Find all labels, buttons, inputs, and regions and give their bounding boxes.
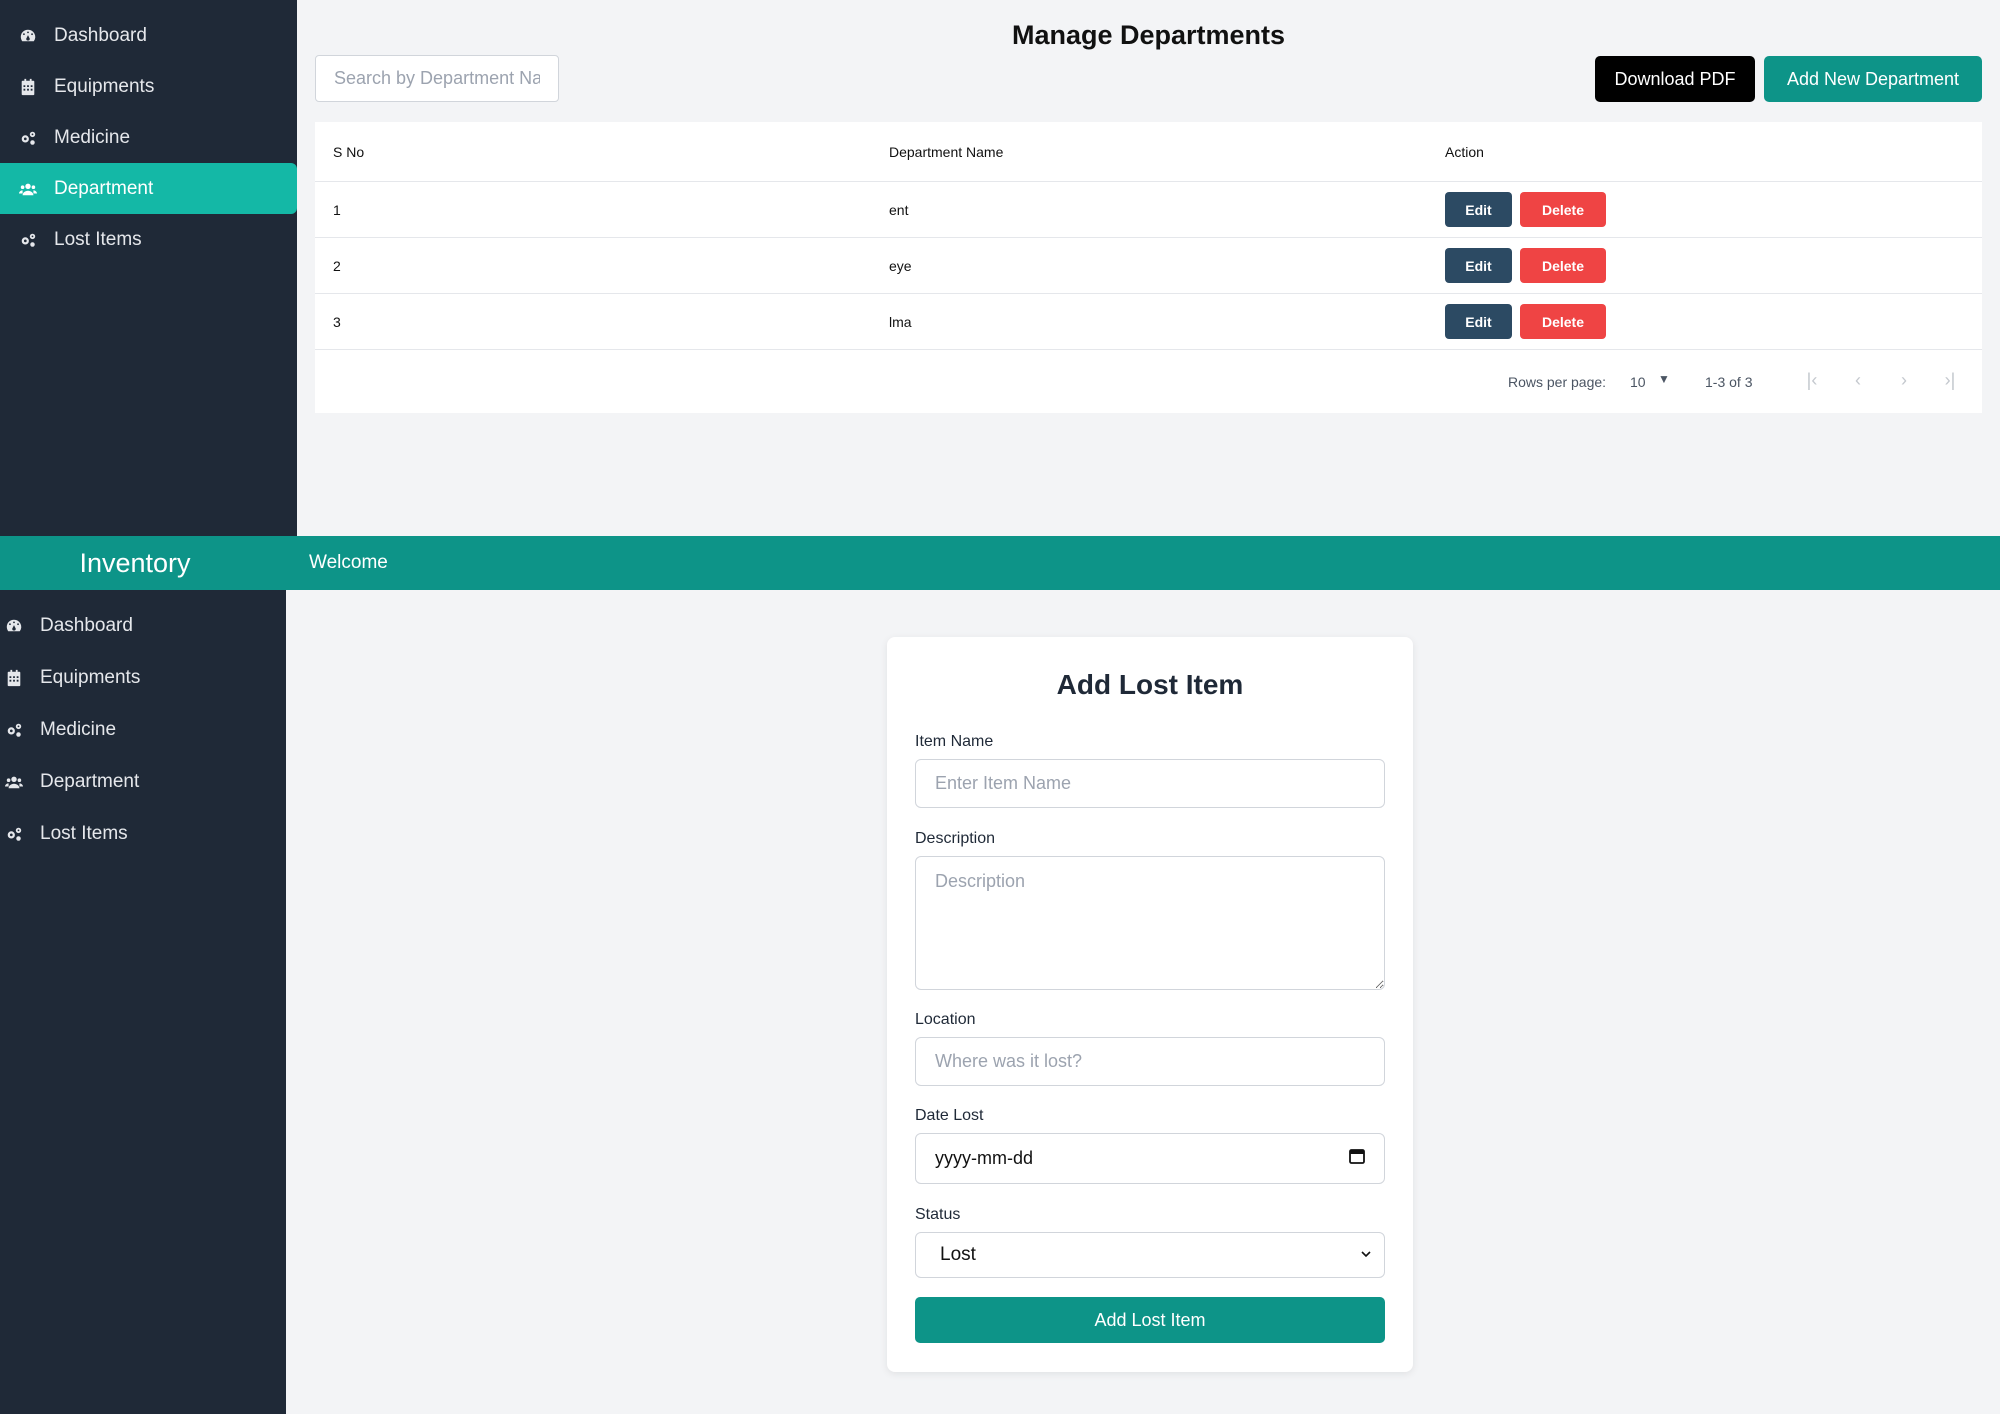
sidebar: Dashboard Equipments Medicine Department… [0,590,286,1414]
departments-table: S No Department Name Action 1 ent Edit D… [315,122,1982,413]
sidebar-item-label: Department [40,771,140,792]
sidebar-item-department[interactable]: Department [0,163,297,214]
top-header: Inventory Welcome [0,536,2000,590]
sidebar-item-label: Equipments [40,667,141,688]
calendar-icon[interactable] [1349,1148,1365,1169]
previous-page-icon[interactable]: ‹ [1846,368,1870,392]
cogs-icon [18,230,38,250]
last-page-icon[interactable]: ›| [1938,368,1962,392]
dashboard-icon [4,616,24,636]
row-actions: Edit Delete [1445,304,1606,339]
rows-per-page-select[interactable]: 10 [1630,374,1646,390]
add-lost-item-button[interactable]: Add Lost Item [915,1297,1385,1343]
brand-title: Inventory [79,547,191,578]
page-title: Manage Departments [1011,20,1286,50]
users-icon [18,179,38,199]
date-lost-input[interactable]: yyyy-mm-dd [915,1133,1385,1184]
search-input[interactable] [315,55,559,102]
add-department-button[interactable]: Add New Department [1764,56,1982,102]
description-textarea[interactable] [915,856,1385,990]
departments-panel: Dashboard Equipments Medicine Department… [0,0,2000,536]
table-row: 3 lma Edit Delete [315,294,1982,350]
next-page-icon[interactable]: › [1892,368,1916,392]
chevron-down-icon [1360,1244,1372,1266]
item-name-label: Item Name [915,733,994,750]
location-label: Location [915,1011,976,1028]
caret-down-icon[interactable]: ▼ [1658,372,1670,386]
calendar-icon [18,77,38,97]
sidebar-item-lost-items[interactable]: Lost Items [0,808,286,860]
description-label: Description [915,830,996,847]
add-lost-item-form: Add Lost Item Item Name Description Loca… [887,637,1413,1372]
sidebar-item-equipments[interactable]: Equipments [0,61,297,112]
cell-sno: 2 [333,257,341,274]
sidebar-item-label: Lost Items [40,823,128,844]
sidebar-item-lost-items[interactable]: Lost Items [0,214,297,265]
sidebar-item-label: Equipments [54,75,155,97]
dashboard-icon [18,26,38,46]
date-placeholder: yyyy-mm-dd [935,1148,1033,1168]
sidebar-item-label: Dashboard [40,615,133,636]
sidebar-item-label: Department [54,177,154,199]
item-name-input[interactable] [915,759,1385,808]
rows-per-page-label: Rows per page: [1508,374,1607,390]
cell-sno: 3 [333,313,341,330]
cogs-icon [18,128,38,148]
sidebar-item-department[interactable]: Department [0,756,286,808]
table-row: 2 eye Edit Delete [315,238,1982,294]
cell-department-name: ent [889,201,909,218]
row-actions: Edit Delete [1445,192,1606,227]
cell-department-name: lma [889,313,912,330]
first-page-icon[interactable]: |‹ [1800,368,1824,392]
row-actions: Edit Delete [1445,248,1606,283]
cell-sno: 1 [333,201,341,218]
status-select[interactable]: Lost [915,1232,1385,1278]
status-value: Lost [940,1244,976,1265]
welcome-text: Welcome [309,552,388,573]
location-input[interactable] [915,1037,1385,1086]
sidebar-item-equipments[interactable]: Equipments [0,652,286,704]
cell-department-name: eye [889,257,912,274]
column-header-sno: S No [333,143,365,160]
sidebar-item-medicine[interactable]: Medicine [0,704,286,756]
sidebar-item-dashboard[interactable]: Dashboard [0,600,286,652]
sidebar-item-label: Dashboard [54,24,147,46]
status-label: Status [915,1206,961,1223]
sidebar-item-label: Medicine [54,126,131,148]
download-pdf-button[interactable]: Download PDF [1595,56,1755,102]
cogs-icon [4,824,24,844]
delete-button[interactable]: Delete [1520,192,1606,227]
column-header-department-name: Department Name [889,143,1004,160]
calendar-icon [4,668,24,688]
edit-button[interactable]: Edit [1445,192,1512,227]
sidebar-item-medicine[interactable]: Medicine [0,112,297,163]
cogs-icon [4,720,24,740]
column-header-action: Action [1445,143,1484,160]
table-header: S No Department Name Action [315,122,1982,182]
sidebar-item-dashboard[interactable]: Dashboard [0,10,297,61]
table-row: 1 ent Edit Delete [315,182,1982,238]
pagination-range: 1-3 of 3 [1705,374,1753,390]
sidebar: Dashboard Equipments Medicine Department… [0,0,297,536]
form-title: Add Lost Item [1056,669,1244,700]
date-lost-label: Date Lost [915,1107,984,1124]
delete-button[interactable]: Delete [1520,248,1606,283]
sidebar-item-label: Lost Items [54,228,142,250]
edit-button[interactable]: Edit [1445,248,1512,283]
pagination: Rows per page: 10 ▼ 1-3 of 3 |‹ ‹ › ›| [315,350,1982,413]
users-icon [4,772,24,792]
edit-button[interactable]: Edit [1445,304,1512,339]
delete-button[interactable]: Delete [1520,304,1606,339]
sidebar-item-label: Medicine [40,719,117,740]
